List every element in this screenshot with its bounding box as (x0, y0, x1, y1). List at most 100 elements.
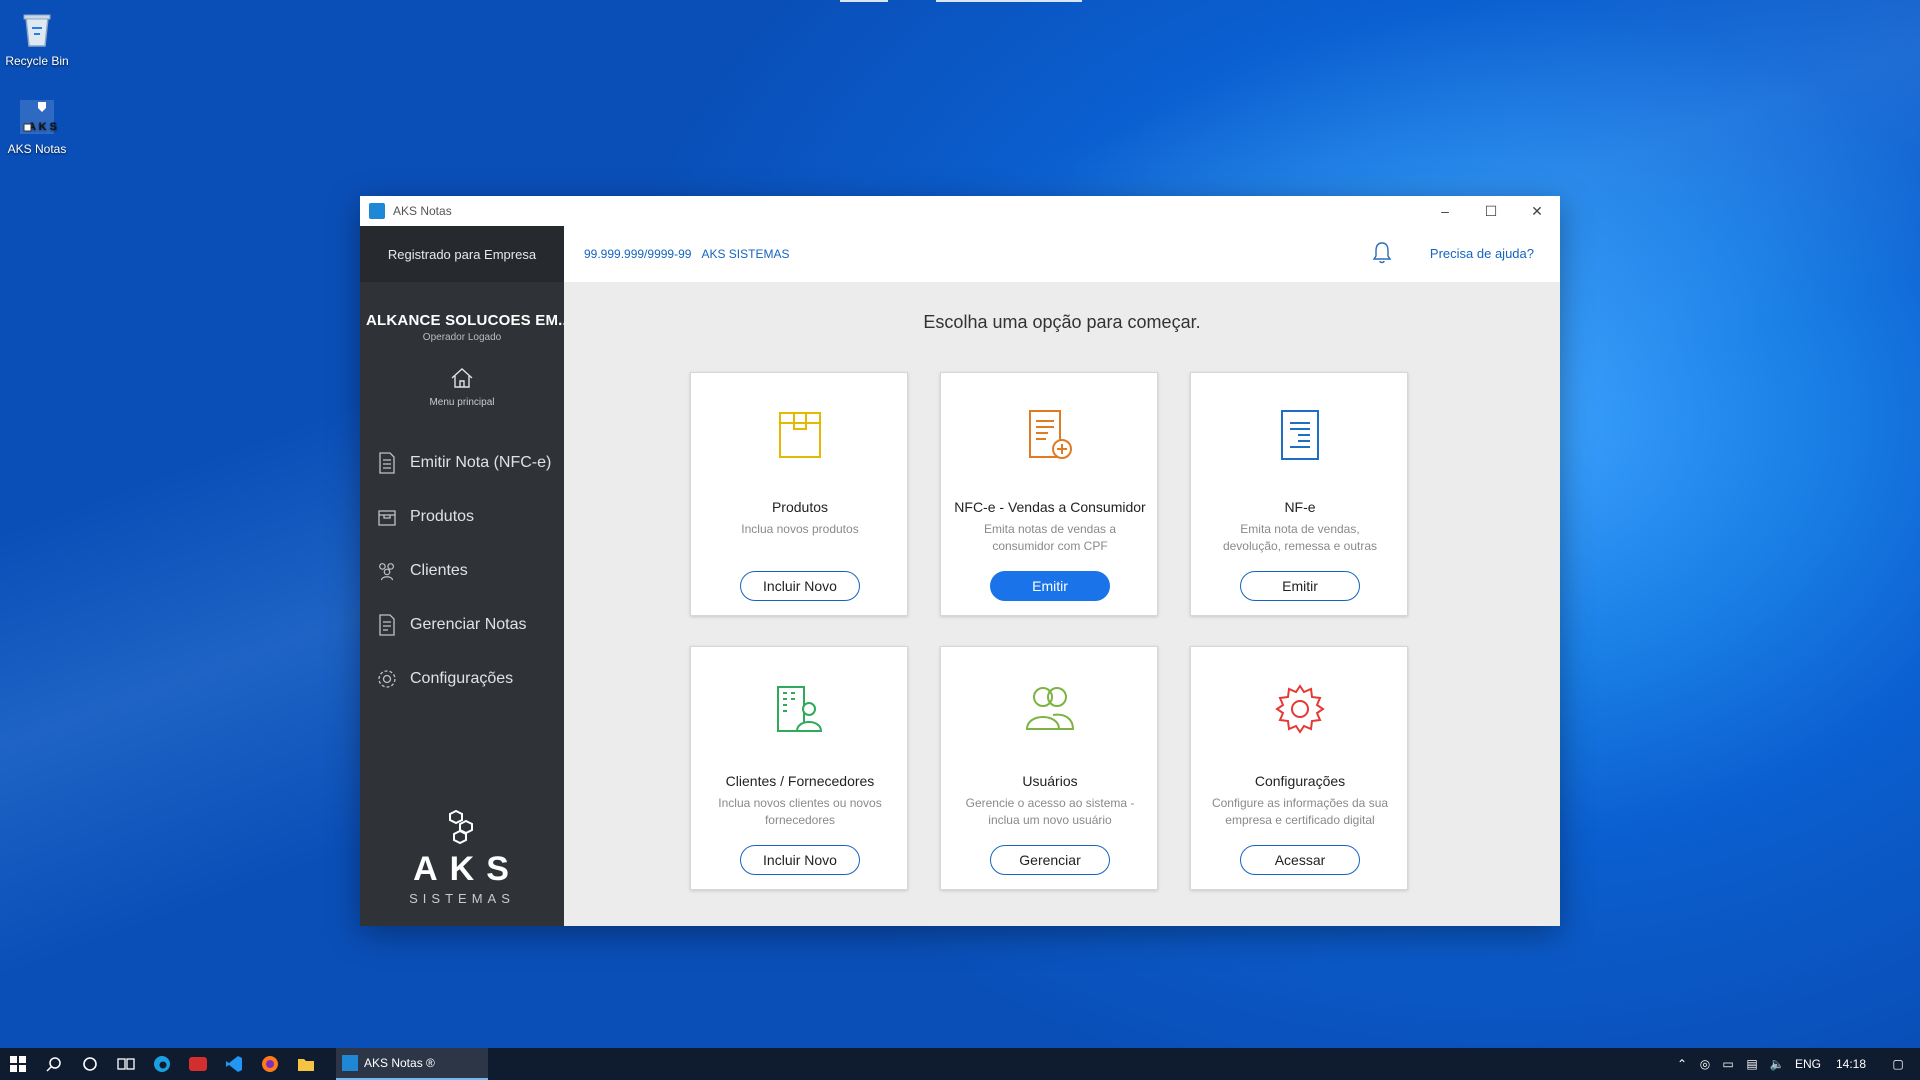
operator-label: Operador Logado (422, 332, 502, 343)
sidebar-nav: Emitir Nota (NFC-e) Produtos Clientes Ge… (360, 436, 564, 706)
start-button[interactable] (0, 1048, 36, 1080)
document-icon (376, 452, 398, 474)
emitir-nfce-button[interactable]: Emitir (990, 571, 1110, 601)
incluir-cliente-button[interactable]: Incluir Novo (740, 845, 860, 875)
card-description: Configure as informações da sua empresa … (1211, 796, 1389, 827)
title-bar[interactable]: AKS Notas – ☐ ✕ (360, 196, 1560, 226)
card-configuracoes: Configurações Configure as informações d… (1190, 646, 1408, 890)
search-icon (46, 1057, 61, 1072)
sidebar-item-label: Gerenciar Notas (410, 616, 527, 633)
desktop-icon-aks-notas[interactable]: A K S AKS Notas (0, 96, 74, 156)
sidebar-item-label: Clientes (410, 562, 468, 579)
hexagon-logo-icon (449, 809, 473, 845)
home-icon (451, 368, 473, 388)
red-app-icon (189, 1057, 207, 1071)
app-logo-icon (369, 203, 385, 219)
sidebar-item-clientes[interactable]: Clientes (360, 544, 564, 598)
emitir-nfe-button[interactable]: Emitir (1240, 571, 1360, 601)
users-icon (941, 683, 1159, 739)
card-description: Inclua novos produtos (741, 522, 859, 536)
aks-notas-icon (342, 1055, 358, 1071)
app-window: AKS Notas – ☐ ✕ Registrado para Empresa … (360, 196, 1560, 926)
chevron-up-icon[interactable]: ⌃ (1670, 1057, 1694, 1071)
taskbar-vscode[interactable] (216, 1048, 252, 1080)
gerenciar-usuarios-button[interactable]: Gerenciar (990, 845, 1110, 875)
search-button[interactable] (36, 1048, 72, 1080)
brand-name: AKS (413, 850, 521, 888)
notification-bell-icon[interactable] (1372, 241, 1392, 270)
firefox-icon (262, 1056, 278, 1072)
home-menu-label: Menu principal (429, 397, 495, 408)
folder-icon (298, 1059, 314, 1071)
box-icon (691, 409, 909, 465)
main-content: Escolha uma opção para começar. Produtos… (564, 282, 1560, 926)
card-title: Usuários (1022, 773, 1078, 789)
sidebar-item-label: Emitir Nota (NFC-e) (410, 454, 552, 471)
network-icon[interactable]: ▤ (1740, 1057, 1764, 1071)
cortana-icon (83, 1057, 97, 1071)
task-view-icon (117, 1058, 135, 1070)
card-description: Emita notas de vendas a consumidor com C… (983, 522, 1117, 553)
volume-icon[interactable]: 🔈 (1764, 1057, 1790, 1071)
language-indicator[interactable]: ENG (1790, 1057, 1826, 1071)
edge-browser-icon (154, 1056, 170, 1072)
sidebar-item-configuracoes[interactable]: Configurações (360, 652, 564, 706)
taskbar-app-label: AKS Notas ® (364, 1056, 435, 1070)
notes-icon (376, 614, 398, 636)
desktop-icon-label: AKS Notas (7, 142, 67, 156)
gear-icon (376, 668, 398, 690)
sidebar-item-emitir-nota[interactable]: Emitir Nota (NFC-e) (360, 436, 564, 490)
taskbar: AKS Notas ® ⌃ ◎ ▭ ▤ 🔈 ENG 14:18 ▢ (0, 1048, 1920, 1080)
top-edge-bar (936, 0, 1082, 2)
close-button[interactable]: ✕ (1514, 196, 1560, 226)
taskbar-app-red[interactable] (180, 1048, 216, 1080)
camera-icon[interactable]: ◎ (1694, 1057, 1716, 1071)
card-clientes-fornecedores: Clientes / Fornecedores Inclua novos cli… (690, 646, 908, 890)
taskbar-file-explorer[interactable] (288, 1048, 324, 1080)
card-usuarios: Usuários Gerencie o acesso ao sistema - … (940, 646, 1158, 890)
minimize-button[interactable]: – (1422, 196, 1468, 226)
maximize-button[interactable]: ☐ (1468, 196, 1514, 226)
card-title: Produtos (771, 499, 829, 515)
company-name: ALKANCE SOLUCOES EM... (366, 312, 564, 329)
system-tray: ⌃ ◎ ▭ ▤ 🔈 ENG 14:18 ▢ (1670, 1048, 1920, 1080)
page-heading: Escolha uma opção para começar. (923, 312, 1201, 332)
window-title: AKS Notas (393, 204, 452, 218)
home-menu-button[interactable]: Menu principal (360, 367, 564, 408)
invoice-add-icon (941, 409, 1159, 465)
top-edge-bar (840, 0, 888, 2)
sidebar-item-gerenciar-notas[interactable]: Gerenciar Notas (360, 598, 564, 652)
desktop-icon-label: Recycle Bin (5, 54, 69, 68)
card-description: Emita nota de vendas, devolução, remessa… (1222, 522, 1378, 553)
taskbar-firefox[interactable] (252, 1048, 288, 1080)
clock[interactable]: 14:18 (1826, 1057, 1876, 1071)
aks-notas-icon: A K S (16, 96, 58, 138)
sidebar-item-label: Configurações (410, 670, 514, 687)
users-icon (376, 560, 398, 582)
incluir-produto-button[interactable]: Incluir Novo (740, 571, 860, 601)
desktop-icon-recycle-bin[interactable]: Recycle Bin (0, 8, 74, 68)
taskbar-edge[interactable] (144, 1048, 180, 1080)
svg-text:A K S: A K S (28, 121, 57, 133)
aks-brand-logo: AKS SISTEMAS (360, 809, 564, 906)
taskbar-aks-notas[interactable]: AKS Notas ® (336, 1048, 488, 1080)
sidebar-item-label: Produtos (410, 508, 475, 525)
sidebar: Registrado para Empresa ALKANCE SOLUCOES… (360, 226, 564, 926)
acessar-configuracoes-button[interactable]: Acessar (1240, 845, 1360, 875)
vscode-icon (226, 1056, 242, 1072)
top-header: 99.999.999/9999-99 AKS SISTEMAS Precisa … (564, 226, 1560, 282)
card-description: Gerencie o acesso ao sistema - inclua um… (965, 796, 1135, 827)
help-link[interactable]: Precisa de ajuda? (1430, 246, 1534, 261)
card-produtos: Produtos Inclua novos produtos Incluir N… (690, 372, 908, 616)
cortana-button[interactable] (72, 1048, 108, 1080)
sidebar-item-produtos[interactable]: Produtos (360, 490, 564, 544)
box-icon (376, 506, 398, 528)
card-title: NF-e (1284, 499, 1316, 515)
notification-center-icon[interactable]: ▢ (1876, 1057, 1920, 1071)
task-view-button[interactable] (108, 1048, 144, 1080)
invoice-icon (1191, 409, 1409, 465)
building-users-icon (691, 683, 909, 739)
card-title: NFC-e - Vendas a Consumidor (954, 499, 1146, 515)
windows-logo-icon (10, 1056, 26, 1072)
battery-icon[interactable]: ▭ (1716, 1057, 1740, 1071)
